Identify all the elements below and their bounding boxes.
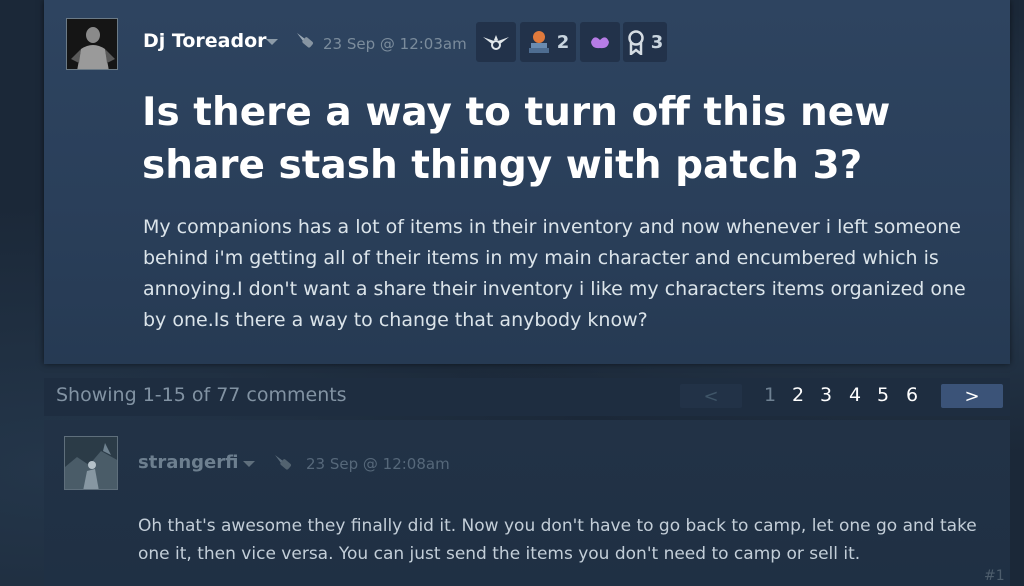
post-title: Is there a way to turn off this new shar… <box>142 90 891 188</box>
page-3-link[interactable]: 3 <box>820 384 832 406</box>
page-6-link[interactable]: 6 <box>906 384 918 406</box>
author-dropdown-icon[interactable] <box>266 39 278 45</box>
badge-ribbon-medal[interactable]: 3 <box>623 22 667 62</box>
page-4-link[interactable]: 4 <box>849 384 861 406</box>
ribbon-medal-icon <box>627 30 644 55</box>
commenter-name[interactable]: strangerfi <box>138 452 238 473</box>
badge-award-pedestal[interactable]: 2 <box>520 22 576 62</box>
quill-pin-icon <box>271 452 295 480</box>
badge-count: 2 <box>556 31 570 53</box>
badge-count: 3 <box>650 31 664 53</box>
post-body: My companions has a lot of items in thei… <box>143 216 966 331</box>
prev-page-button[interactable]: < <box>680 384 742 408</box>
quill-pin-icon <box>293 30 317 58</box>
page-1-link[interactable]: 1 <box>764 384 776 406</box>
prev-page-label: < <box>703 385 719 407</box>
next-page-label: > <box>964 385 980 407</box>
post-date: 23 Sep @ 12:03am <box>323 35 467 53</box>
award-pedestal-icon <box>528 31 549 53</box>
page-2-link[interactable]: 2 <box>792 384 804 406</box>
next-page-button[interactable]: > <box>941 384 1003 408</box>
comment-count: Showing 1-15 of 77 comments <box>56 384 347 406</box>
commenter-avatar[interactable] <box>64 436 118 490</box>
author-avatar[interactable] <box>66 18 118 70</box>
badge-winged-emblem[interactable] <box>476 22 516 62</box>
badge-purple-creature[interactable] <box>580 22 620 62</box>
winged-emblem-icon <box>483 35 509 50</box>
comment-date: 23 Sep @ 12:08am <box>306 455 450 473</box>
comment-body: Oh that's awesome they finally did it. N… <box>138 516 977 564</box>
author-name[interactable]: Dj Toreador <box>143 30 267 52</box>
commenter-dropdown-icon[interactable] <box>243 461 255 467</box>
page-5-link[interactable]: 5 <box>877 384 889 406</box>
comment-number[interactable]: #1 <box>984 568 1005 584</box>
purple-creature-icon <box>591 37 609 49</box>
